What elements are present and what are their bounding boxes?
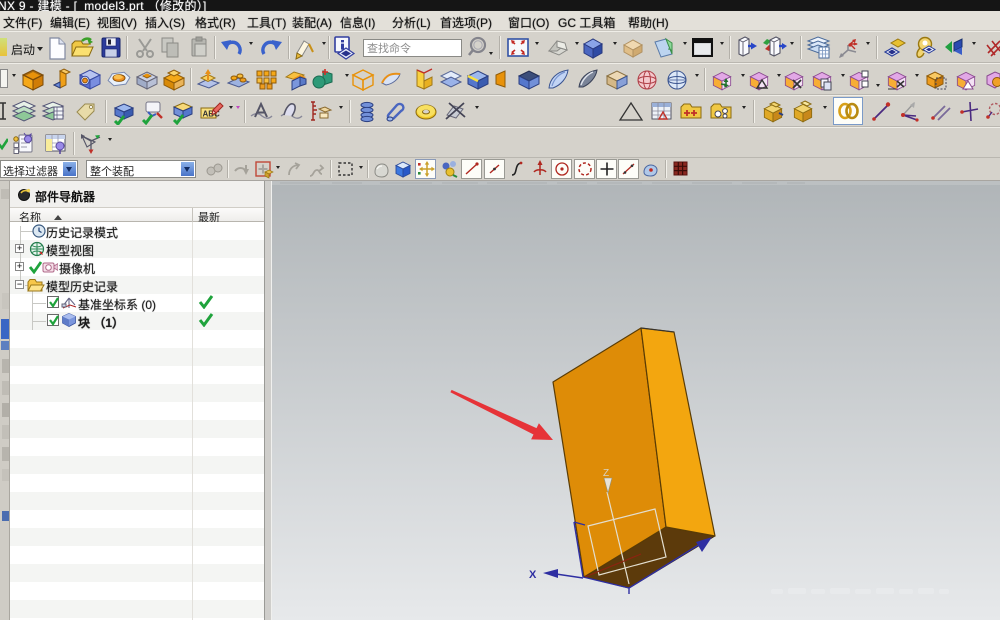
svg-text:X: X xyxy=(529,569,537,581)
svg-text:Z: Z xyxy=(603,468,609,479)
